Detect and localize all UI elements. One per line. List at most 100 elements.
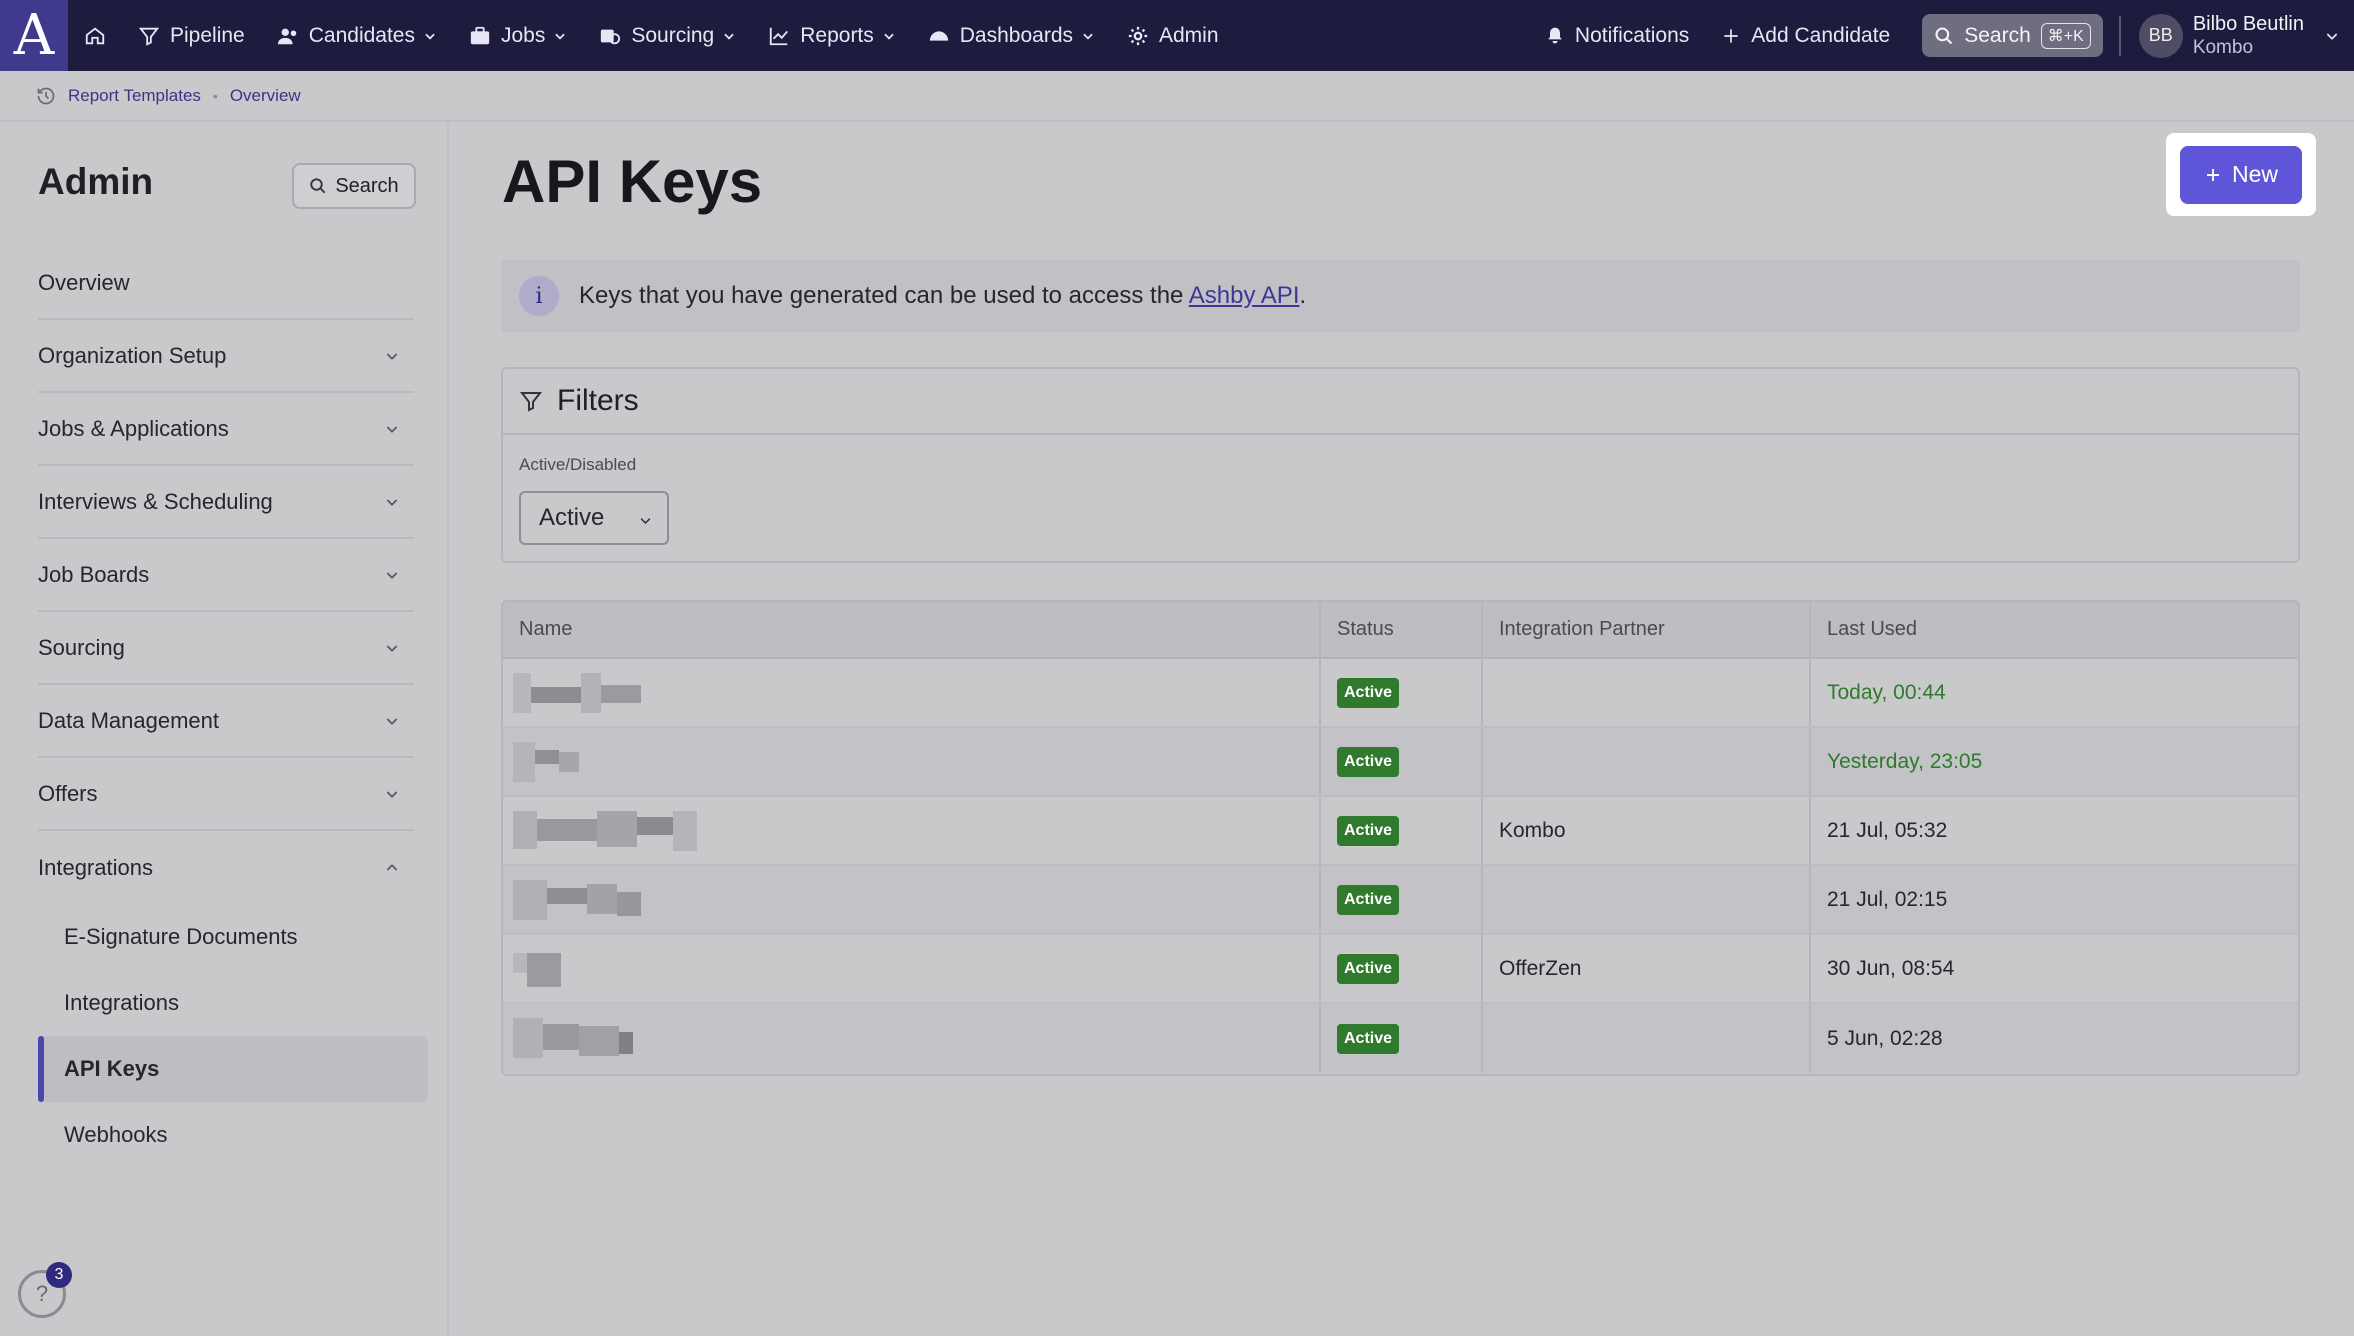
info-text-before: Keys that you have generated can be used… xyxy=(579,282,1189,309)
status-badge: Active xyxy=(1337,953,1400,984)
new-api-key-button[interactable]: New xyxy=(2180,145,2302,204)
filters-title: Filters xyxy=(557,384,639,417)
redacted-name xyxy=(513,1018,633,1058)
search-icon xyxy=(310,178,326,194)
global-search-button[interactable]: Search ⌘+K xyxy=(1922,14,2103,57)
api-keys-table: Name Status Integration Partner Last Use… xyxy=(501,600,2300,1076)
avatar[interactable]: BB xyxy=(2138,13,2183,58)
status-badge: Active xyxy=(1337,746,1400,777)
user-menu[interactable]: Bilbo Beutlin Kombo xyxy=(2193,12,2304,60)
funnel-icon xyxy=(138,27,160,46)
people-icon xyxy=(277,28,296,44)
sidebar-item-organization-setup[interactable]: Organization Setup xyxy=(38,320,414,393)
chevron-down-icon xyxy=(386,790,398,798)
table-header: Name Status Integration Partner Last Use… xyxy=(503,602,2298,659)
status-badge: Active xyxy=(1337,815,1400,846)
nav-reports[interactable]: Reports xyxy=(768,24,896,48)
partner-cell: Kombo xyxy=(1483,797,1811,864)
chevron-down-icon xyxy=(884,33,894,40)
sidebar-subitem-label: E-Signature Documents xyxy=(64,924,298,949)
redacted-name xyxy=(513,742,579,782)
sidebar-item-job-boards[interactable]: Job Boards xyxy=(38,539,414,612)
sidebar-item-integrations[interactable]: Integrations xyxy=(38,831,414,904)
breadcrumb-overview[interactable]: Overview xyxy=(230,86,301,106)
chevron-down-icon xyxy=(386,571,398,579)
nav-admin[interactable]: Admin xyxy=(1127,24,1219,48)
chevron-up-icon xyxy=(386,863,398,871)
column-header-status[interactable]: Status xyxy=(1321,602,1483,657)
sidebar-item-label: Overview xyxy=(38,269,130,295)
info-banner: i Keys that you have generated can be us… xyxy=(501,260,2300,332)
status-badge: Active xyxy=(1337,884,1400,915)
sidebar-item-offers[interactable]: Offers xyxy=(38,758,414,831)
column-header-last-used[interactable]: Last Used xyxy=(1811,602,2298,657)
breadcrumb-report-templates[interactable]: Report Templates xyxy=(68,86,201,106)
sidebar-item-label: Integrations xyxy=(38,854,153,880)
plus-icon xyxy=(2206,168,2219,181)
filters-header[interactable]: Filters xyxy=(503,369,2298,435)
breadcrumb: Report Templates • Overview xyxy=(0,71,2354,122)
filters-panel: Filters Active/Disabled Active xyxy=(501,367,2300,563)
nav-pipeline[interactable]: Pipeline xyxy=(138,24,245,48)
ashby-logo[interactable]: A xyxy=(0,0,68,71)
sidebar-item-data-management[interactable]: Data Management xyxy=(38,685,414,758)
new-button-highlight: New xyxy=(2166,133,2316,216)
sidebar-subitem-integrations[interactable]: Integrations xyxy=(38,970,414,1036)
redacted-name xyxy=(513,673,641,713)
nav-candidates[interactable]: Candidates xyxy=(277,24,437,48)
briefcase-icon xyxy=(470,26,490,44)
last-used-cell: Today, 00:44 xyxy=(1827,680,1946,704)
sidebar-search-button[interactable]: Search xyxy=(292,163,416,209)
nav-divider xyxy=(2118,15,2121,56)
status-badge: Active xyxy=(1337,1023,1400,1054)
notifications-button[interactable]: Notifications xyxy=(1545,24,1689,48)
chevron-down-icon[interactable] xyxy=(2324,28,2340,44)
partner-cell xyxy=(1483,866,1811,933)
nav-pipeline-label: Pipeline xyxy=(170,23,245,47)
nav-dashboards[interactable]: Dashboards xyxy=(928,24,1095,48)
chevron-down-icon xyxy=(1083,33,1093,40)
partner-cell xyxy=(1483,1004,1811,1073)
status-cell: Active xyxy=(1321,935,1483,1002)
line-chart-icon xyxy=(770,27,789,45)
sidebar-item-jobs-applications[interactable]: Jobs & Applications xyxy=(38,393,414,466)
sidebar-menu: Overview Organization Setup Jobs & Appli… xyxy=(38,247,428,1168)
column-header-name[interactable]: Name xyxy=(503,602,1321,657)
sidebar-subitem-e-signature-documents[interactable]: E-Signature Documents xyxy=(38,904,414,970)
table-row[interactable]: Active Today, 00:44 xyxy=(503,659,2298,728)
chevron-down-icon xyxy=(386,425,398,433)
notifications-label: Notifications xyxy=(1574,23,1690,47)
status-cell: Active xyxy=(1321,797,1483,864)
sidebar-item-label: Offers xyxy=(38,780,98,806)
chevron-down-icon xyxy=(386,644,398,652)
key-name-cell xyxy=(503,797,1321,864)
nav-candidates-label: Candidates xyxy=(308,23,415,47)
last-used-cell: 5 Jun, 02:28 xyxy=(1827,1026,1943,1050)
table-row[interactable]: Active Kombo 21 Jul, 05:32 xyxy=(503,797,2298,866)
column-header-integration-partner[interactable]: Integration Partner xyxy=(1483,602,1811,657)
nav-jobs[interactable]: Jobs xyxy=(469,24,567,48)
nav-sourcing[interactable]: Sourcing xyxy=(599,24,736,48)
admin-sidebar: Admin Search Overview Organization Setup… xyxy=(0,123,449,1336)
gauge-icon xyxy=(929,30,948,41)
sidebar-subitem-api-keys[interactable]: API Keys xyxy=(38,1036,428,1102)
last-used-cell: 21 Jul, 05:32 xyxy=(1827,818,1948,842)
sidebar-item-label: Organization Setup xyxy=(38,342,227,368)
sidebar-item-sourcing[interactable]: Sourcing xyxy=(38,612,414,685)
chevron-down-icon xyxy=(386,352,398,360)
sidebar-subitem-webhooks[interactable]: Webhooks xyxy=(38,1102,414,1168)
sidebar-item-overview[interactable]: Overview xyxy=(38,247,414,320)
sidebar-subitem-label: Webhooks xyxy=(64,1122,168,1147)
key-name-cell xyxy=(503,659,1321,726)
table-row[interactable]: Active OfferZen 30 Jun, 08:54 xyxy=(503,935,2298,1004)
key-name-cell xyxy=(503,1004,1321,1073)
table-row[interactable]: Active Yesterday, 23:05 xyxy=(503,728,2298,797)
table-row[interactable]: Active 5 Jun, 02:28 xyxy=(503,1004,2298,1073)
ashby-api-link[interactable]: Ashby API xyxy=(1189,282,1300,309)
sidebar-item-interviews-scheduling[interactable]: Interviews & Scheduling xyxy=(38,466,414,539)
add-candidate-button[interactable]: Add Candidate xyxy=(1721,24,1890,48)
table-row[interactable]: Active 21 Jul, 02:15 xyxy=(503,866,2298,935)
home-button[interactable] xyxy=(84,25,106,47)
partner-cell xyxy=(1483,728,1811,795)
active-disabled-select[interactable]: Active xyxy=(519,491,669,545)
